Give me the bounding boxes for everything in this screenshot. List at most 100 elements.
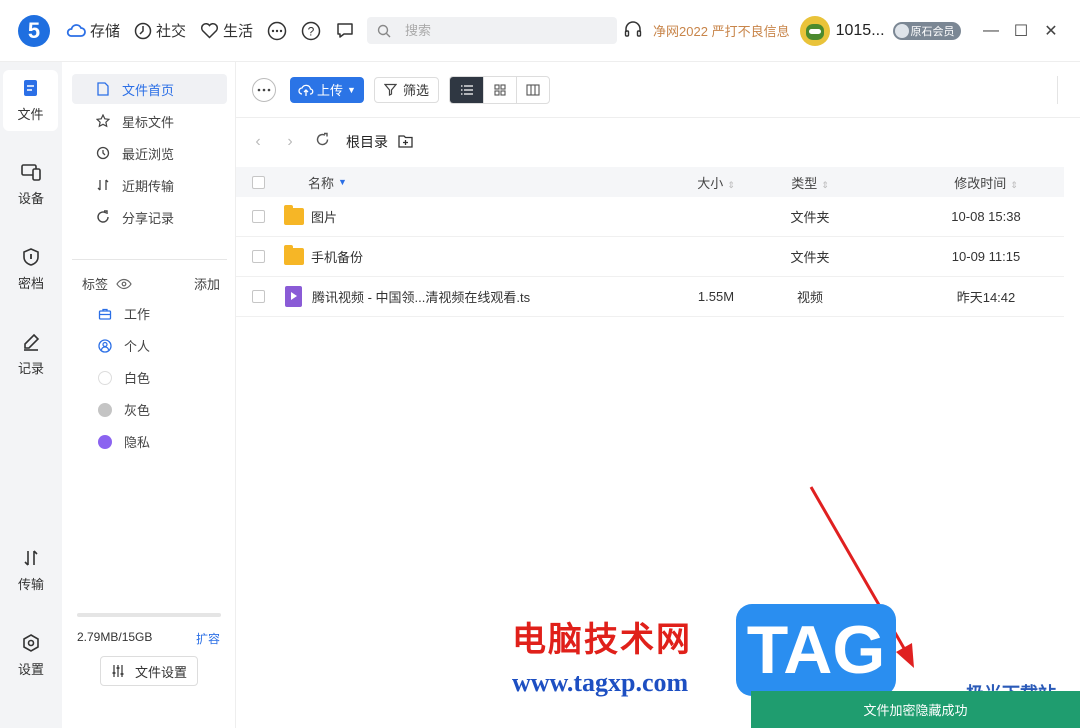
headset-icon[interactable] [623, 19, 643, 42]
refresh-icon[interactable] [312, 132, 332, 152]
rail-devices[interactable]: 设备 [0, 162, 62, 207]
grid-view-icon[interactable] [483, 76, 516, 103]
header-size[interactable]: 大小 ⇕ [676, 173, 756, 192]
back-arrow-icon[interactable]: ‹ [248, 133, 268, 151]
tag-personal[interactable]: 个人 [98, 336, 150, 355]
rail-transfer-label: 传输 [17, 577, 44, 592]
expand-storage-link[interactable]: 扩容 [196, 630, 220, 647]
help-icon[interactable]: ? [301, 21, 321, 41]
table-row[interactable]: 腾讯视频 - 中国领...清视频在线观看.ts 1.55M 视频 昨天14:42 [236, 277, 1064, 317]
row-checkbox[interactable] [252, 290, 265, 303]
rail-files[interactable]: 文件 [3, 70, 58, 131]
table-row[interactable]: 图片 文件夹 10-08 15:38 [236, 197, 1064, 237]
header-type[interactable]: 类型 ⇕ [770, 173, 850, 192]
row-checkbox[interactable] [252, 250, 265, 263]
sidebar-item-home[interactable]: 文件首页 [72, 74, 227, 104]
nav-life[interactable]: 生活 [200, 20, 253, 41]
row-checkbox[interactable] [252, 210, 265, 223]
filter-label: 筛选 [402, 83, 429, 98]
nav-social[interactable]: 社交 [134, 20, 186, 41]
window-controls: — ☐ ✕ [976, 21, 1066, 41]
file-settings-label: 文件设置 [134, 664, 187, 680]
rail-notes[interactable]: 记录 [0, 332, 62, 377]
devices-icon [21, 164, 41, 181]
compass-icon [134, 22, 152, 39]
tag-work-label: 工作 [124, 307, 151, 322]
search-input[interactable] [405, 23, 586, 38]
rail-devices-label: 设备 [17, 191, 44, 206]
app-logo[interactable]: 5 [18, 14, 50, 47]
column-view-icon[interactable] [516, 76, 549, 103]
close-icon[interactable]: ✕ [1036, 21, 1066, 41]
file-type: 文件夹 [790, 210, 830, 225]
new-folder-icon[interactable] [398, 134, 413, 151]
tag-gray[interactable]: 灰色 [98, 400, 150, 419]
sidebar-item-home-label: 文件首页 [122, 82, 175, 98]
rail-vault-label: 密档 [17, 276, 44, 291]
tag-private[interactable]: 隐私 [98, 432, 150, 451]
breadcrumb-root[interactable]: 根目录 [346, 132, 388, 152]
breadcrumb: ‹ › 根目录 [236, 124, 1080, 160]
minimize-icon[interactable]: — [976, 22, 1006, 40]
select-all-checkbox[interactable] [252, 175, 265, 189]
storage-progress-bar [77, 613, 221, 617]
upload-label: 上传 [317, 83, 344, 98]
sort-icon: ⇕ [821, 179, 829, 190]
table-row[interactable]: 手机备份 文件夹 10-09 11:15 [236, 237, 1064, 277]
watermark-cn-text: 电脑技术网 [512, 620, 692, 660]
briefcase-icon [98, 308, 112, 320]
settings-icon [23, 634, 39, 652]
more-actions-icon[interactable] [252, 77, 276, 102]
pen-icon [24, 333, 40, 351]
filter-button[interactable]: 筛选 [374, 76, 439, 103]
file-name-cell: 图片 [284, 205, 337, 226]
file-settings-button[interactable]: 文件设置 [100, 656, 198, 686]
search-box[interactable] [367, 17, 618, 44]
toolbar-divider [1057, 76, 1058, 104]
username[interactable]: 1015... [836, 22, 885, 40]
header-name[interactable]: 名称 ▼ [308, 173, 347, 192]
add-tag-button[interactable]: 添加 [194, 274, 220, 293]
list-view-icon[interactable] [450, 76, 483, 103]
video-file-icon [285, 286, 302, 307]
tag-work[interactable]: 工作 [98, 304, 150, 323]
message-icon[interactable] [335, 21, 355, 41]
sidebar-item-starred-label: 星标文件 [122, 114, 175, 130]
star-icon [96, 114, 110, 128]
tag-white[interactable]: 白色 [98, 368, 150, 387]
file-toolbar: 上传 ▼ 筛选 [236, 62, 1080, 118]
maximize-icon[interactable]: ☐ [1006, 21, 1036, 41]
folder-icon [284, 205, 304, 225]
promo-banner[interactable]: 净网2022 严打不良信息 [653, 21, 790, 40]
avatar[interactable] [799, 15, 830, 46]
vip-badge[interactable]: 原石会员 [892, 21, 961, 40]
file-icon [23, 80, 37, 96]
header-name-label: 名称 [308, 175, 335, 191]
sidebar-item-recent[interactable]: 最近浏览 [72, 138, 227, 168]
tag-white-label: 白色 [124, 371, 151, 386]
file-time: 10-08 15:38 [951, 209, 1021, 224]
shield-icon [23, 248, 39, 266]
search-icon [377, 24, 391, 37]
share-icon [97, 210, 109, 223]
file-name-cell: 腾讯视频 - 中国领...清视频在线观看.ts [285, 286, 530, 307]
header-time[interactable]: 修改时间 ⇕ [926, 173, 1046, 192]
sidebar-item-starred[interactable]: 星标文件 [72, 106, 227, 136]
rail-transfer[interactable]: 传输 [0, 548, 62, 593]
upload-button[interactable]: 上传 ▼ [290, 76, 364, 103]
more-icon[interactable] [267, 21, 287, 41]
document-icon [97, 82, 109, 96]
sidebar-item-transfers[interactable]: 近期传输 [72, 170, 227, 200]
rail-settings[interactable]: 设置 [0, 633, 62, 678]
view-mode-toggle [449, 75, 550, 104]
nav-life-label: 生活 [223, 23, 254, 40]
purple-dot-icon [98, 434, 112, 449]
rail-vault[interactable]: 密档 [0, 247, 62, 292]
history-icon [96, 146, 110, 160]
eye-icon[interactable] [116, 278, 132, 290]
nav-storage[interactable]: 存储 [66, 20, 120, 41]
forward-arrow-icon[interactable]: › [280, 133, 300, 151]
sidebar-item-shares[interactable]: 分享记录 [72, 202, 227, 232]
gray-dot-icon [98, 402, 112, 417]
sort-desc-icon: ▼ [338, 177, 347, 187]
